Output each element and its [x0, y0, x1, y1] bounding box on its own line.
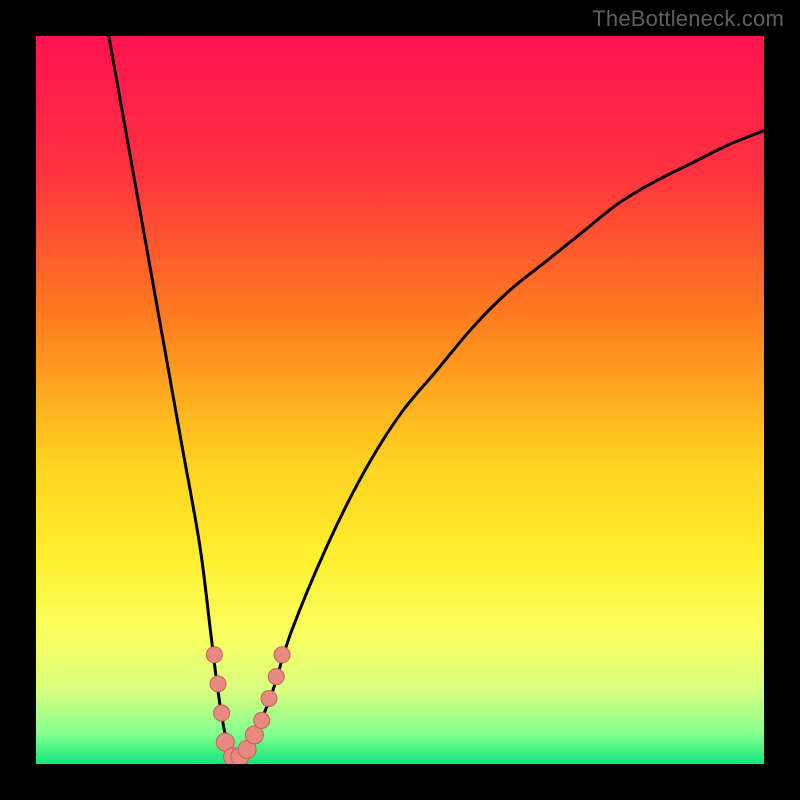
plot-area [36, 36, 764, 764]
data-marker [210, 676, 226, 692]
chart-frame: TheBottleneck.com [0, 0, 800, 800]
watermark-text: TheBottleneck.com [592, 6, 784, 32]
data-marker [206, 647, 222, 663]
data-marker [214, 705, 230, 721]
data-marker [254, 712, 270, 728]
data-marker [268, 669, 284, 685]
data-marker [274, 647, 290, 663]
data-markers [206, 647, 290, 764]
curve-layer [36, 36, 764, 764]
data-marker [261, 690, 277, 706]
